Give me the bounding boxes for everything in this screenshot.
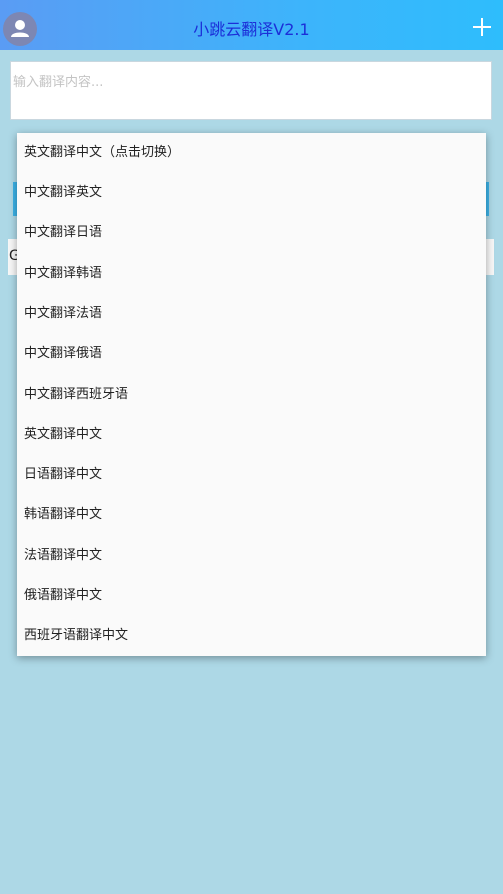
dropdown-item[interactable]: 日语翻译中文 [17,455,486,495]
dropdown-item[interactable]: 法语翻译中文 [17,536,486,576]
language-dropdown: 英文翻译中文（点击切换） 中文翻译英文 中文翻译日语 中文翻译韩语 中文翻译法语… [17,133,486,656]
translate-input[interactable] [11,62,491,119]
dropdown-item[interactable]: 中文翻译俄语 [17,334,486,374]
translate-input-box [10,61,492,120]
dropdown-item[interactable]: 西班牙语翻译中文 [17,616,486,656]
dropdown-item[interactable]: 英文翻译中文（点击切换） [17,133,486,173]
dropdown-item[interactable]: 英文翻译中文 [17,415,486,455]
dropdown-item[interactable]: 韩语翻译中文 [17,495,486,535]
dropdown-item[interactable]: 中文翻译英文 [17,173,486,213]
app-title: 小跳云翻译V2.1 [193,20,310,39]
dropdown-item[interactable]: 俄语翻译中文 [17,576,486,616]
dropdown-item[interactable]: 中文翻译日语 [17,213,486,253]
app-header: 小跳云翻译V2.1 [0,0,503,50]
dropdown-item[interactable]: 中文翻译法语 [17,294,486,334]
dropdown-item[interactable]: 中文翻译韩语 [17,254,486,294]
dropdown-item[interactable]: 中文翻译西班牙语 [17,375,486,415]
plus-icon[interactable] [471,16,493,38]
